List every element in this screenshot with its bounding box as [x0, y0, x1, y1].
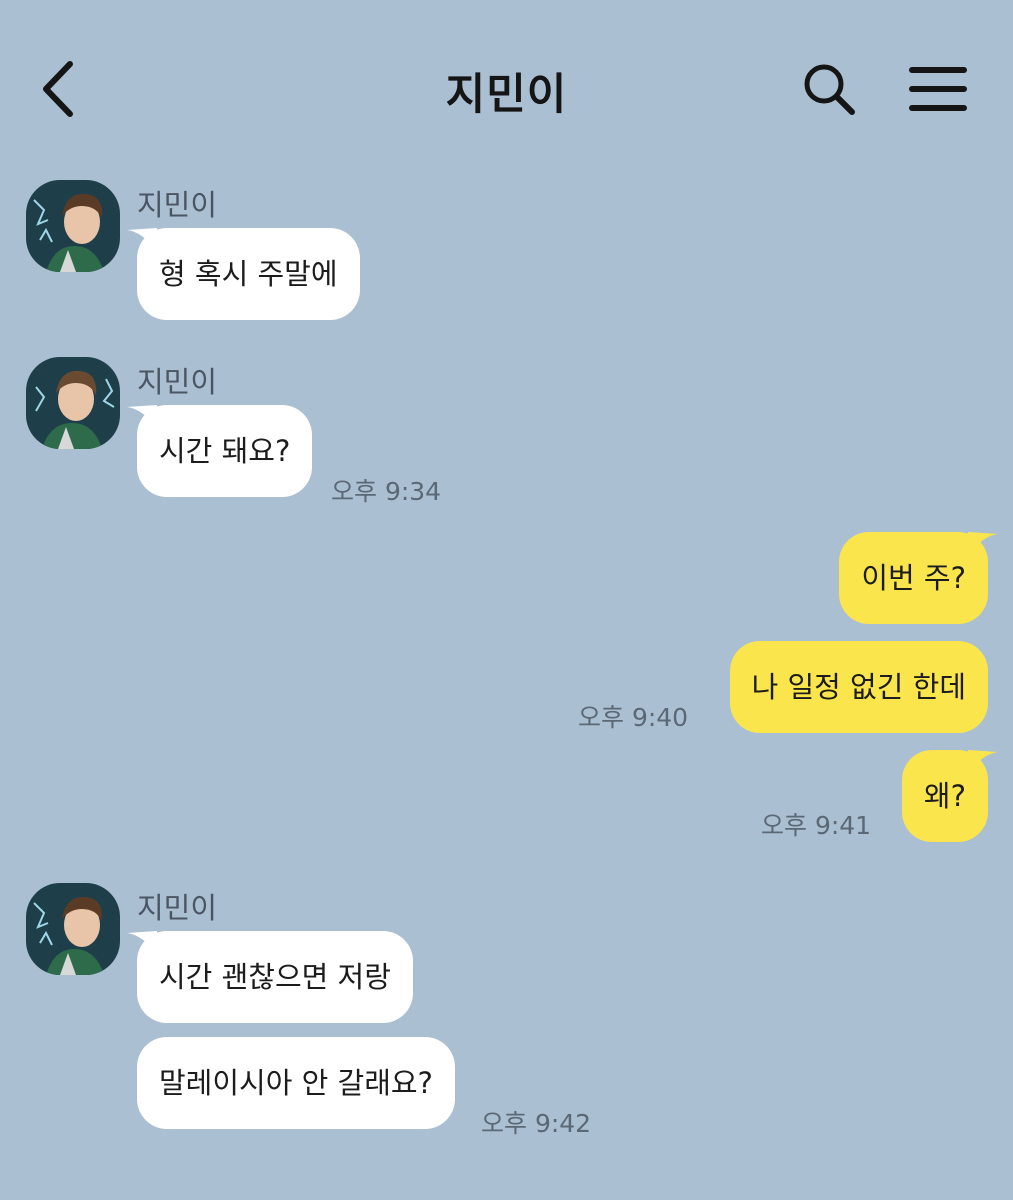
incoming-message[interactable]: 시간 괜찮으면 저랑 [127, 931, 413, 1023]
message-text: 나 일정 없긴 한데 [751, 670, 966, 704]
bubble-tail [127, 931, 157, 955]
message-text: 시간 괜찮으면 저랑 [159, 960, 391, 994]
avatar[interactable] [26, 883, 120, 975]
avatar-image [26, 357, 120, 449]
message-timestamp: 오후 9:34 [331, 477, 442, 506]
bubble-tail [968, 750, 998, 774]
menu-button[interactable] [900, 56, 974, 122]
chat-header: 지민이 [0, 0, 1013, 150]
avatar-image [26, 180, 120, 272]
incoming-message[interactable]: 시간 돼요? [127, 405, 313, 497]
outgoing-message[interactable]: 왜? [901, 750, 998, 842]
message-text: 형 혹시 주말에 [159, 257, 338, 291]
bubble-tail [127, 405, 157, 429]
message-text: 왜? [923, 779, 966, 813]
incoming-message[interactable]: 말레이시아 안 갈래요? [137, 1037, 455, 1129]
back-button[interactable] [28, 54, 88, 124]
message-timestamp: 오후 9:40 [578, 703, 689, 732]
bubble-tail [968, 532, 998, 556]
hamburger-menu-icon [909, 67, 967, 111]
sender-name: 지민이 [137, 365, 218, 399]
search-button[interactable] [796, 56, 862, 122]
message-timestamp: 오후 9:42 [481, 1109, 592, 1138]
chat-screen: 지민이 지민이 형 혹시 주말에 지민이 시간 돼요? 오후 9:34 이번 주… [0, 0, 1013, 1200]
sender-name: 지민이 [137, 188, 218, 222]
incoming-message[interactable]: 형 혹시 주말에 [127, 228, 360, 320]
avatar-image [26, 883, 120, 975]
bubble-tail [127, 228, 157, 252]
sender-name: 지민이 [137, 891, 218, 925]
message-text: 이번 주? [861, 561, 966, 595]
message-text: 말레이시아 안 갈래요? [159, 1066, 433, 1100]
avatar[interactable] [26, 357, 120, 449]
outgoing-message[interactable]: 나 일정 없긴 한데 [729, 641, 988, 733]
message-timestamp: 오후 9:41 [761, 811, 872, 840]
outgoing-message[interactable]: 이번 주? [839, 532, 998, 624]
avatar[interactable] [26, 180, 120, 272]
search-icon [804, 64, 855, 115]
message-text: 시간 돼요? [159, 434, 291, 468]
chevron-left-icon [43, 61, 73, 117]
